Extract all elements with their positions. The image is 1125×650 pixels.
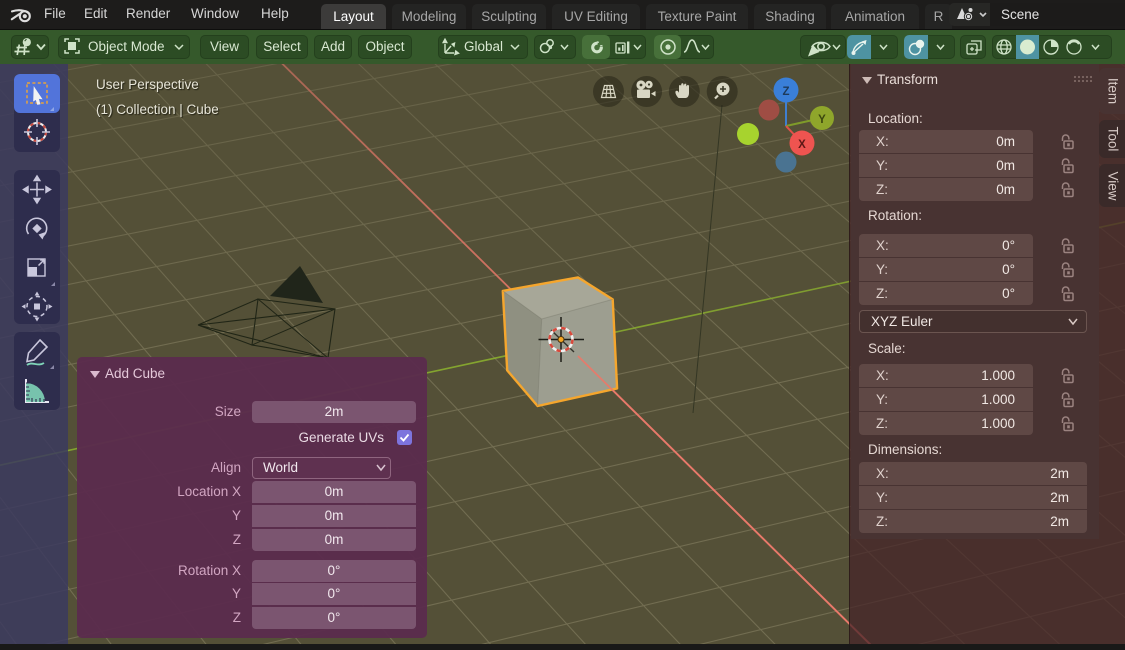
svg-text:X: X <box>798 139 806 151</box>
svg-text:Z: Z <box>782 86 789 98</box>
svg-text:Y: Y <box>818 114 826 126</box>
